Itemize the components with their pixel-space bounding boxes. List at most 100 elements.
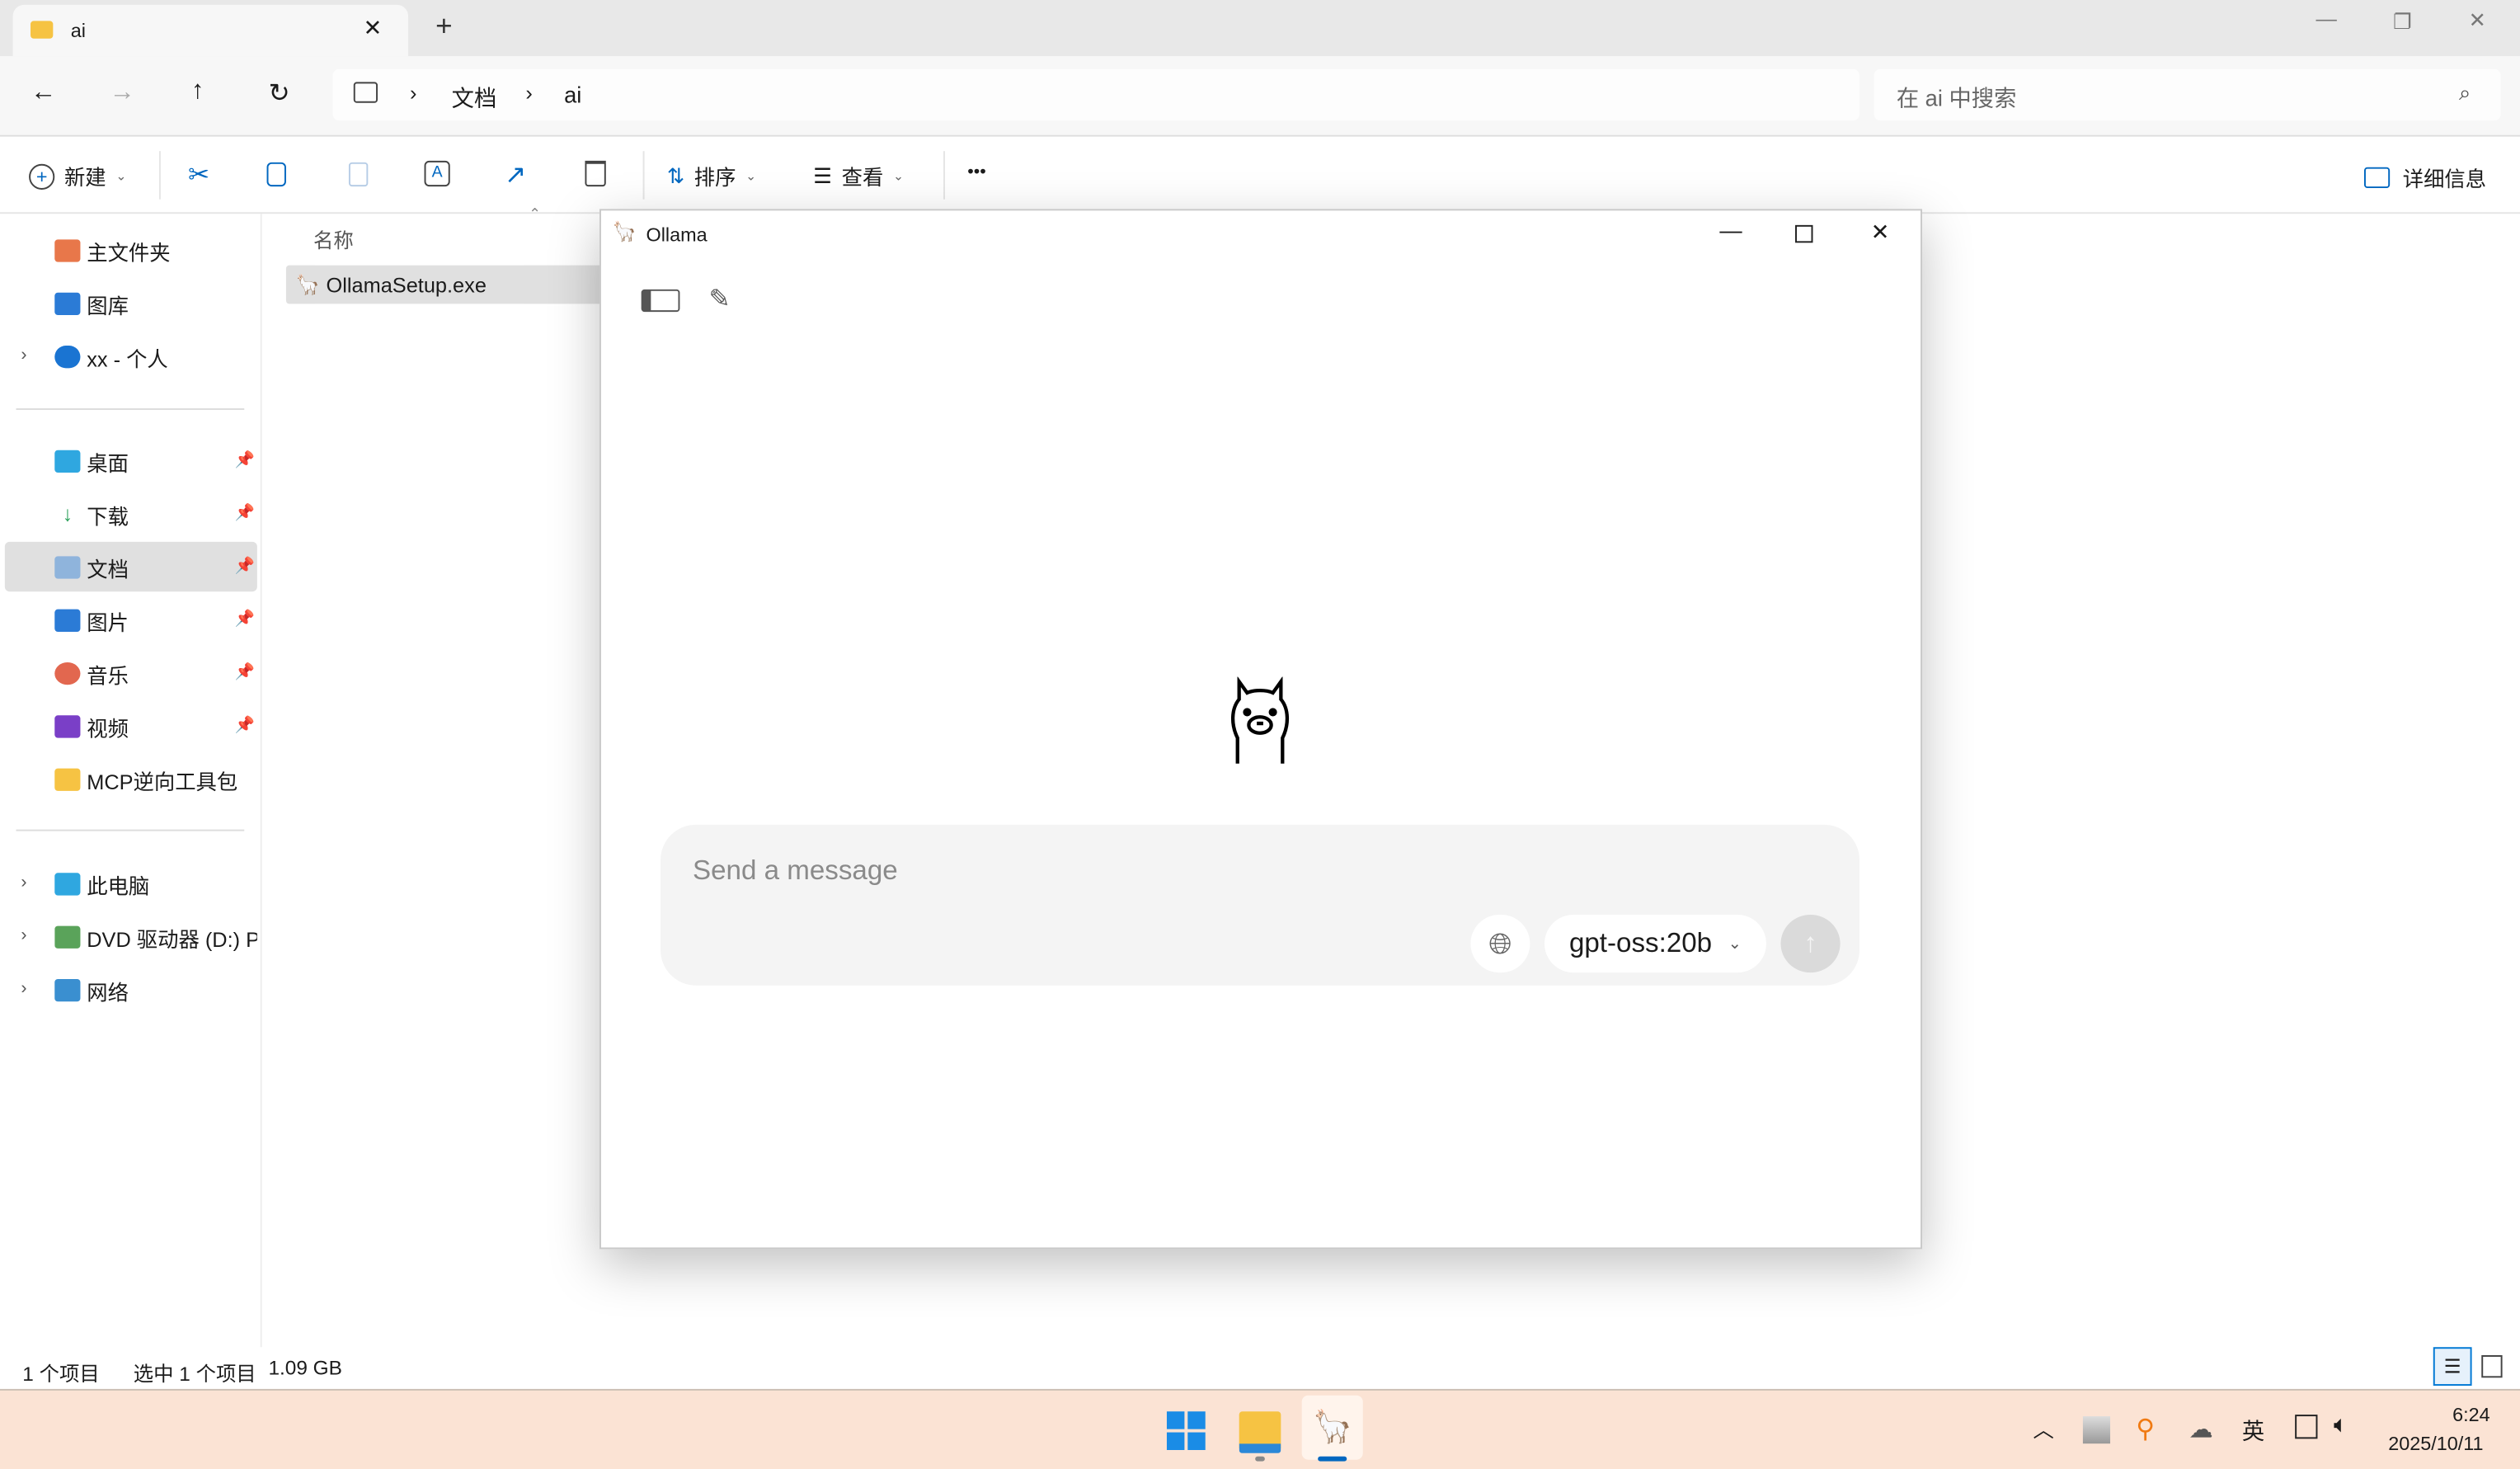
share-icon[interactable]: ↗ (505, 159, 526, 191)
sidebar-item-downloads[interactable]: ↓ 下载 (54, 492, 129, 537)
selected-count: 选中 1 个项目 (133, 1363, 256, 1387)
more-options-button[interactable]: ••• (967, 162, 986, 181)
cloud-icon (54, 346, 81, 369)
tiles-view-button[interactable] (2481, 1355, 2503, 1378)
pin-icon[interactable]: 📌 (235, 505, 255, 522)
volume-icon[interactable]: 🔈︎ (2334, 1411, 2348, 1438)
onedrive-tray-icon[interactable]: ☁ (2189, 1415, 2213, 1443)
sidebar-item-documents[interactable]: 文档 (54, 545, 129, 591)
close-window-icon[interactable]: ✕ (2469, 8, 2486, 34)
music-icon (54, 662, 81, 685)
view-label: 查看 (841, 165, 884, 190)
close-icon[interactable]: ✕ (1871, 219, 1890, 246)
clock-date[interactable]: 2025/10/11 (2388, 1433, 2483, 1455)
paste-icon[interactable] (348, 162, 369, 187)
sidebar-item-label: 桌面 (87, 450, 129, 475)
refresh-icon[interactable]: ↻ (268, 78, 289, 110)
back-icon[interactable]: ← (31, 79, 56, 108)
model-selector[interactable]: gpt-oss:20b ⌄ (1544, 914, 1766, 973)
sidebar-item-dvd-drive[interactable]: DVD 驱动器 (D:) PC (54, 915, 257, 960)
selected-highlight (4, 541, 257, 592)
pin-icon[interactable]: 📌 (235, 717, 255, 734)
sidebar-item-music[interactable]: 音乐 (54, 651, 129, 696)
sidebar-item-mcp-folder[interactable]: MCP逆向工具包 (54, 757, 237, 803)
sort-ascending-icon: ⌃ (529, 205, 541, 222)
toggle-sidebar-icon[interactable] (641, 289, 680, 313)
forward-icon[interactable]: → (110, 79, 135, 108)
active-indicator (1318, 1456, 1347, 1462)
new-tab-button[interactable]: + (435, 10, 452, 44)
sidebar-item-network[interactable]: 网络 (54, 968, 129, 1013)
sidebar-item-this-pc[interactable]: 此电脑 (54, 862, 149, 907)
maximize-icon[interactable] (1795, 224, 1813, 243)
new-chat-icon[interactable]: ✎ (709, 283, 731, 315)
pin-icon[interactable]: 📌 (235, 664, 255, 681)
expand-chevron-icon[interactable]: › (21, 926, 26, 945)
navigation-pane: 主文件夹 图库 › xx - 个人 桌面 📌 ↓ 下载 📌 文档 📌 图片 📌 音… (0, 214, 262, 1348)
column-header-name[interactable]: 名称 (313, 224, 354, 254)
start-button[interactable] (1166, 1411, 1206, 1450)
pin-icon[interactable]: 📌 (235, 611, 255, 629)
sidebar-item-onedrive[interactable]: xx - 个人 (54, 334, 168, 379)
breadcrumb-ai[interactable]: ai (564, 82, 581, 107)
file-row[interactable]: 🦙 OllamaSetup.exe (285, 265, 608, 304)
message-input[interactable]: Send a message (693, 855, 898, 888)
details-pane-icon (2363, 167, 2391, 189)
minimize-icon[interactable]: — (2316, 7, 2337, 31)
sidebar-item-label: 此电脑 (87, 873, 150, 898)
file-explorer-taskbar-icon[interactable] (1239, 1411, 1281, 1453)
computer-icon (54, 873, 81, 896)
message-composer[interactable]: Send a message 🌐︎ gpt-oss:20b ⌄ ↑ (661, 824, 1859, 986)
send-button[interactable]: ↑ (1780, 914, 1841, 973)
sidebar-item-desktop[interactable]: 桌面 (54, 439, 129, 484)
sidebar-item-videos[interactable]: 视频 (54, 704, 129, 750)
app-tray-icon[interactable] (2082, 1416, 2111, 1444)
sort-icon: ⇅ (666, 162, 685, 188)
input-method-indicator[interactable]: 英 (2242, 1415, 2264, 1447)
rename-icon[interactable]: A (424, 160, 450, 187)
network-icon (54, 978, 81, 1002)
copy-icon[interactable] (266, 162, 286, 187)
expand-chevron-icon[interactable]: › (21, 346, 26, 365)
plus-circle-icon: + (29, 162, 55, 190)
pin-icon[interactable]: 📌 (235, 452, 255, 469)
expand-chevron-icon[interactable]: › (21, 873, 26, 892)
tab-title: ai (70, 19, 86, 42)
breadcrumb-documents[interactable]: 文档 (452, 82, 497, 114)
divider (642, 151, 645, 200)
search-input[interactable]: 在 ai 中搜索 ⌕ (1874, 68, 2501, 121)
chevron-right-icon: › (409, 80, 417, 105)
cut-icon[interactable]: ✂ (188, 159, 209, 191)
ollama-logo-icon: 🦙 (612, 220, 637, 243)
delete-icon[interactable] (585, 160, 606, 187)
minimize-icon[interactable]: — (1719, 217, 1742, 242)
ollama-taskbar-icon[interactable]: 🦙 (1301, 1395, 1363, 1460)
clock-time[interactable]: 6:24 (2452, 1403, 2490, 1425)
close-tab-icon[interactable]: ✕ (363, 15, 382, 42)
restore-icon[interactable]: ❐ (2393, 10, 2412, 35)
sidebar-item-label: DVD 驱动器 (D:) PC (87, 926, 257, 951)
expand-chevron-icon[interactable]: › (21, 979, 26, 998)
search-tool-tray-icon[interactable]: ⚲ (2136, 1413, 2155, 1445)
command-bar (0, 136, 2520, 214)
pin-icon[interactable]: 📌 (235, 558, 255, 575)
network-tray-icon[interactable] (2295, 1415, 2318, 1439)
details-view-button[interactable]: ☰ (2433, 1347, 2472, 1387)
up-icon[interactable]: ↑ (191, 78, 205, 106)
view-button[interactable]: ☰ 查看 ⌄ (813, 161, 904, 191)
tab-ai[interactable]: ai ✕ (12, 4, 409, 57)
sidebar-item-home[interactable]: 主文件夹 (54, 228, 171, 274)
details-pane-button[interactable]: 详细信息 (2363, 162, 2486, 193)
sidebar-item-pictures[interactable]: 图片 (54, 598, 129, 643)
sidebar-item-gallery[interactable]: 图库 (54, 281, 129, 327)
taskbar: 🦙 ︿ ⚲ ☁ 英 🔈︎ 6:24 2025/10/11 (0, 1388, 2520, 1469)
show-hidden-icons[interactable]: ︿ (2033, 1413, 2053, 1443)
search-icon[interactable]: ⌕ (2459, 80, 2471, 106)
sidebar-item-label: 下载 (87, 504, 129, 529)
sort-button[interactable]: ⇅ 排序 ⌄ (667, 161, 756, 191)
address-bar[interactable]: › 文档 › ai (332, 68, 1859, 121)
new-button[interactable]: + 新建 ⌄ (29, 161, 126, 191)
web-search-toggle[interactable]: 🌐︎ (1470, 914, 1530, 973)
computer-icon (353, 82, 378, 103)
ollama-window: 🦙 Ollama — ✕ ✎ Send a message 🌐︎ gpt-oss… (599, 209, 1923, 1250)
